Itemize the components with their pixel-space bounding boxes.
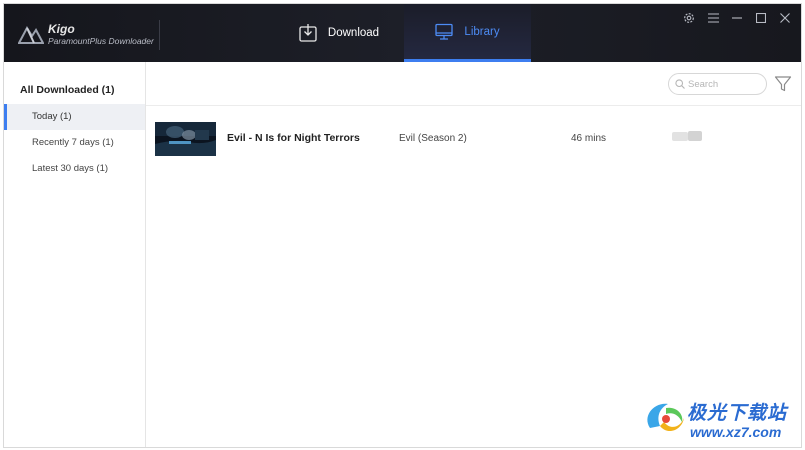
library-row[interactable]: Evil - N Is for Night Terrors Evil (Seas… [146,118,801,158]
video-duration: 46 mins [571,133,607,144]
kigo-logo-icon [18,26,44,44]
sidebar-item-label: Latest 30 days (1) [32,163,109,174]
close-icon [780,13,790,23]
sidebar: All Downloaded (1) Today (1) Recently 7 … [4,62,146,447]
watermark-url: www.xz7.com [690,424,782,440]
sidebar-item-today[interactable]: Today (1) [4,104,145,130]
tab-download-label: Download [327,27,380,39]
site-watermark: 极光下载站 www.xz7.com [642,398,802,444]
video-title: Evil - N Is for Night Terrors [227,132,360,144]
search-icon [675,79,685,89]
search-input[interactable] [688,78,760,90]
title-bar: Kigo ParamountPlus Downloader Download L… [4,4,801,62]
sidebar-item-recently-7-days[interactable]: Recently 7 days (1) [4,130,145,156]
app-logo: Kigo ParamountPlus Downloader [18,20,158,50]
blurred-action-icon[interactable] [668,131,708,143]
monitor-icon [435,23,454,40]
title-divider [159,20,160,50]
app-name: Kigo [48,22,75,36]
tab-download[interactable]: Download [274,4,404,62]
sidebar-item-label: Today (1) [32,111,72,122]
library-toolbar [146,62,801,106]
gear-icon [684,13,694,23]
video-season: Evil (Season 2) [399,133,467,144]
watermark-text: 极光下载站 [687,403,788,424]
library-content: Evil - N Is for Night Terrors Evil (Seas… [146,62,801,447]
sidebar-heading-all-downloaded[interactable]: All Downloaded (1) [20,84,115,96]
thumbnail-image [155,122,216,156]
window-controls [677,10,797,26]
app-subtitle: ParamountPlus Downloader [48,36,154,46]
settings-button[interactable] [677,10,701,26]
tab-library-label: Library [464,25,500,38]
minimize-button[interactable] [725,10,749,26]
watermark-logo-icon [647,403,684,432]
minimize-icon [732,17,742,19]
close-button[interactable] [773,10,797,26]
app-window: Kigo ParamountPlus Downloader Download L… [3,3,802,448]
menu-icon [707,13,719,23]
filter-icon[interactable] [774,75,792,93]
video-thumbnail[interactable] [155,122,216,156]
download-icon [299,24,317,42]
tab-library[interactable]: Library [404,4,531,62]
menu-button[interactable] [701,10,725,26]
maximize-button[interactable] [749,10,773,26]
maximize-icon [756,13,766,23]
sidebar-item-label: Recently 7 days (1) [32,137,114,148]
sidebar-item-latest-30-days[interactable]: Latest 30 days (1) [4,156,145,182]
search-box[interactable] [668,73,767,95]
